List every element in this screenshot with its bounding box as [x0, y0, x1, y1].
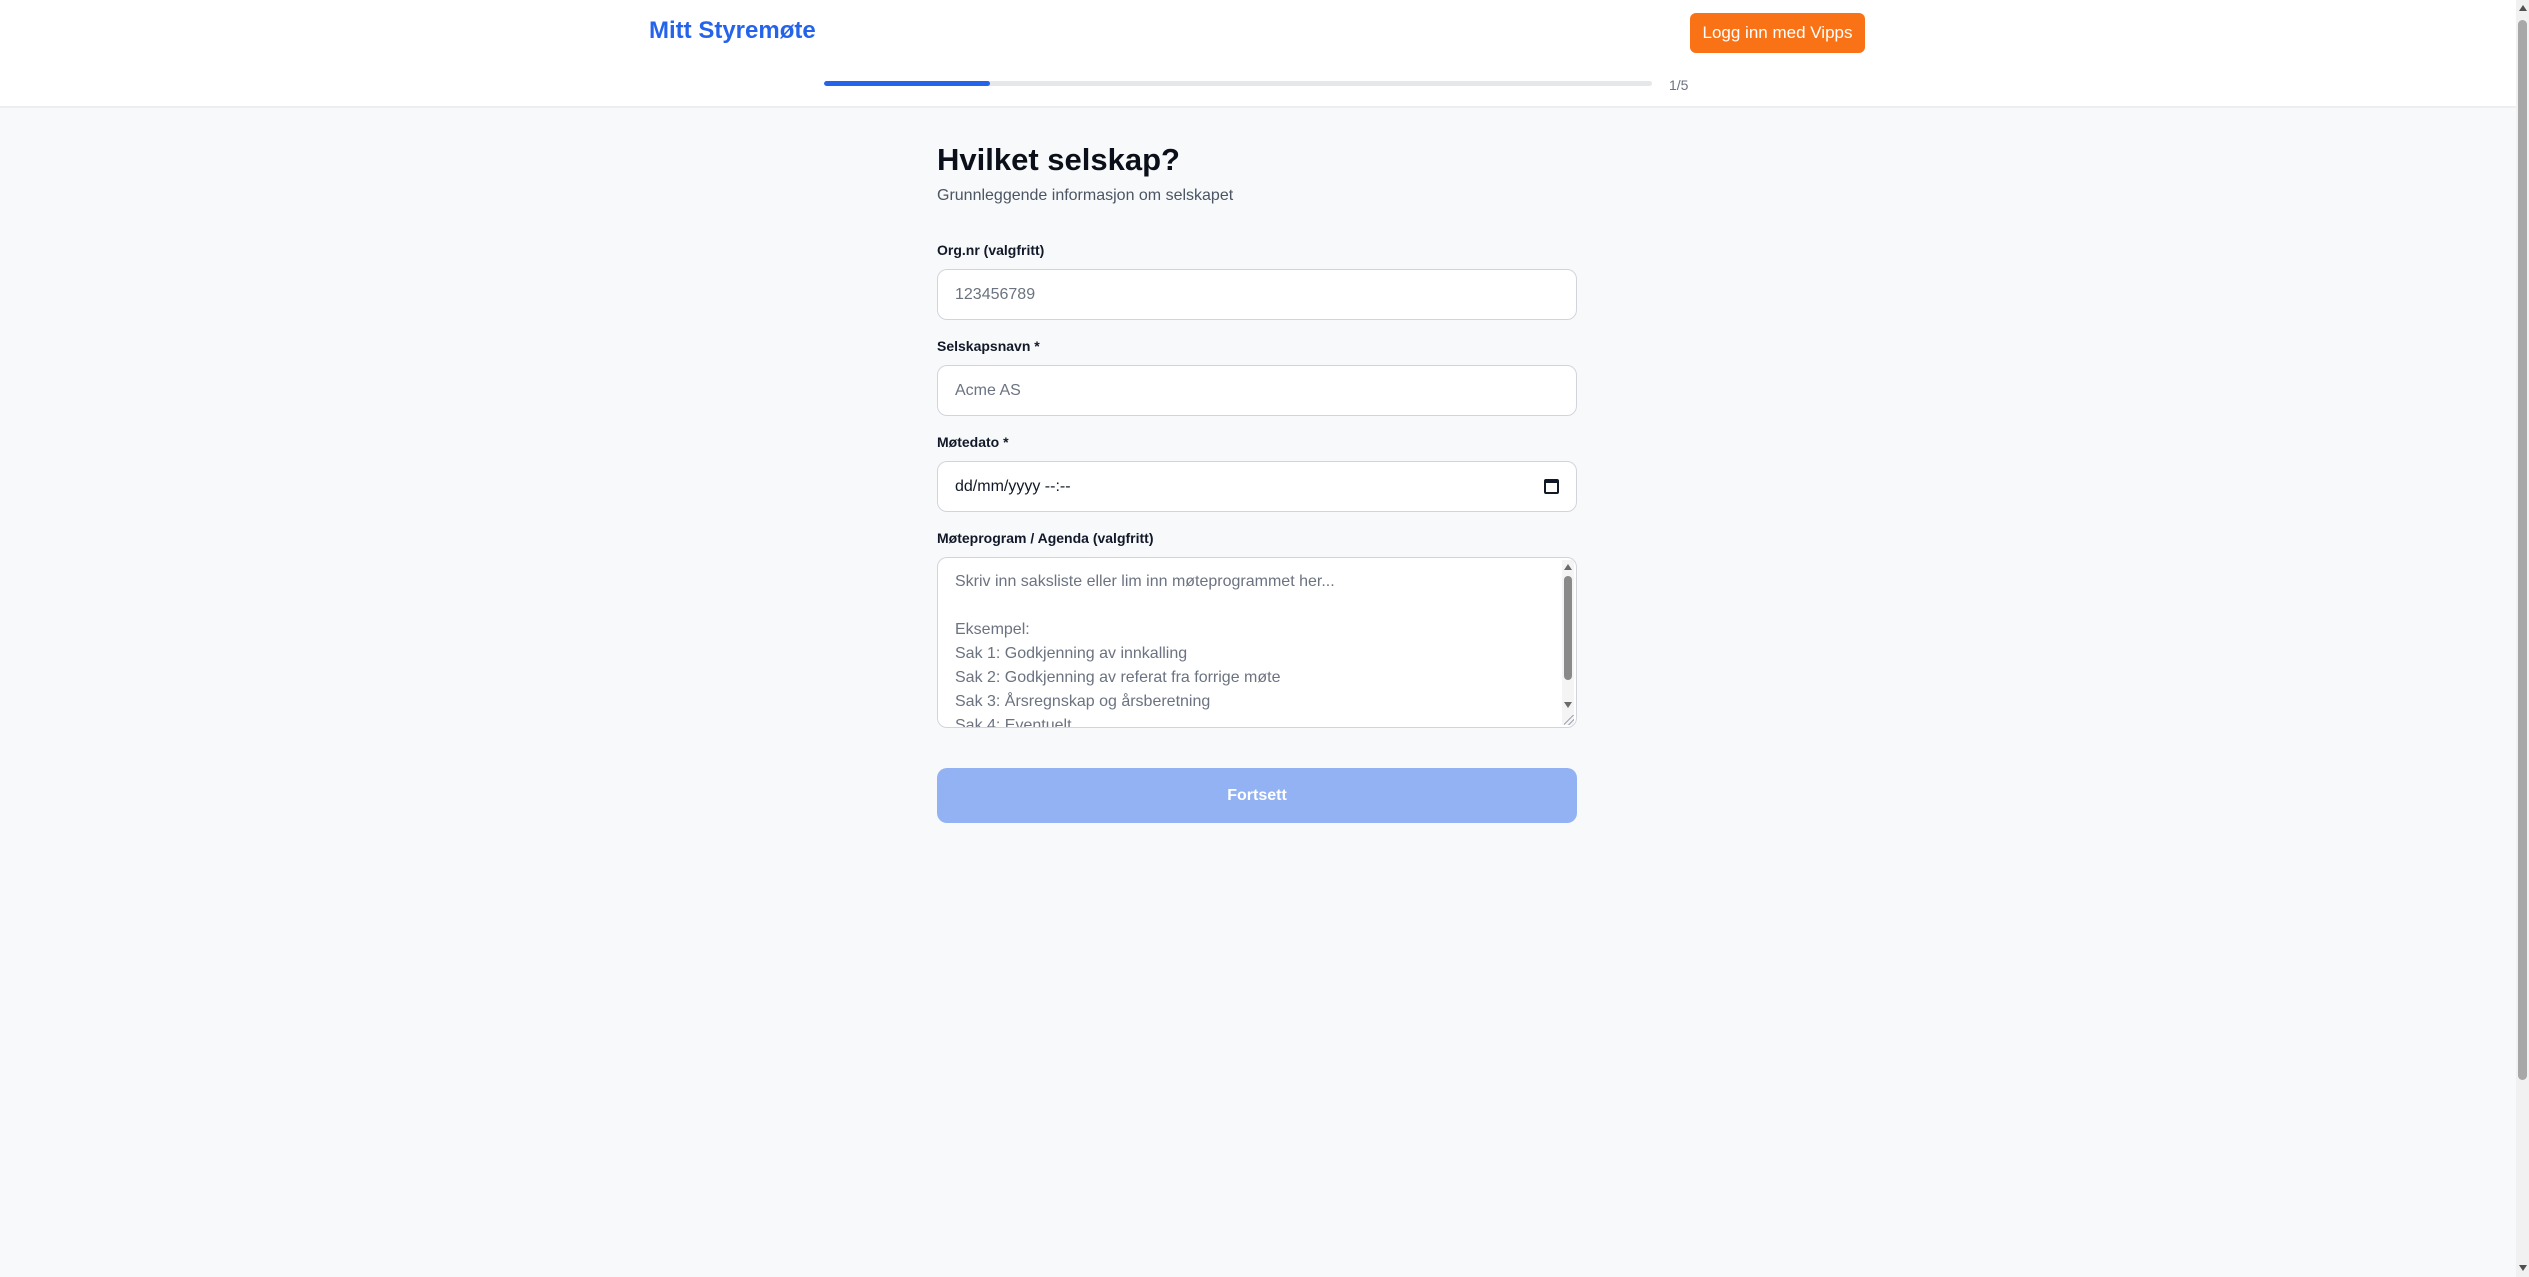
- page-title: Hvilket selskap?: [937, 142, 1180, 177]
- scroll-up-arrow-icon[interactable]: [1564, 564, 1572, 570]
- meeting-date-label: Møtedato *: [937, 434, 1009, 450]
- agenda-placeholder-line: Sak 3: Årsregnskap og årsberetning: [955, 693, 1211, 710]
- agenda-placeholder-line: Eksempel:: [955, 621, 1030, 638]
- scroll-down-arrow-icon[interactable]: [2519, 1265, 2527, 1271]
- top-header: Mitt Styremøte Logg inn med Vipps 1/5: [0, 0, 2516, 108]
- agenda-placeholder-line: Sak 4: Eventuelt: [955, 717, 1072, 728]
- agenda-scrollbar[interactable]: [1562, 560, 1574, 725]
- calendar-icon[interactable]: [1544, 479, 1559, 494]
- company-name-input[interactable]: [937, 365, 1577, 416]
- agenda-placeholder-line: Sak 1: Godkjenning av innkalling: [955, 645, 1188, 662]
- agenda-label: Møteprogram / Agenda (valgfritt): [937, 530, 1154, 546]
- page-scrollbar[interactable]: [2516, 0, 2529, 1277]
- scroll-up-arrow-icon[interactable]: [2519, 5, 2527, 11]
- scroll-down-arrow-icon[interactable]: [1564, 702, 1572, 708]
- agenda-placeholder-line: [955, 594, 1559, 618]
- continue-button[interactable]: Fortsett: [937, 768, 1577, 823]
- progress-bar-fill: [824, 81, 990, 86]
- agenda-placeholder-line: Sak 2: Godkjenning av referat fra forrig…: [955, 669, 1281, 686]
- agenda-scroll-thumb[interactable]: [1564, 576, 1572, 680]
- resize-handle-icon[interactable]: [1564, 715, 1574, 725]
- progress-bar: [824, 81, 1652, 86]
- meeting-date-placeholder: dd/mm/yyyy --:--: [955, 477, 1071, 495]
- meeting-date-input[interactable]: dd/mm/yyyy --:--: [937, 461, 1577, 512]
- company-name-label: Selskapsnavn *: [937, 338, 1040, 354]
- brand-title[interactable]: Mitt Styremøte: [649, 17, 816, 45]
- page-subtitle: Grunnleggende informasjon om selskapet: [937, 187, 1234, 204]
- org-nr-label: Org.nr (valgfritt): [937, 242, 1045, 258]
- progress-step-label: 1/5: [1669, 77, 1689, 93]
- org-nr-input[interactable]: [937, 269, 1577, 320]
- company-form: Hvilket selskap? Grunnleggende informasj…: [937, 140, 1577, 823]
- agenda-textarea[interactable]: Skriv inn saksliste eller lim inn møtepr…: [937, 557, 1577, 728]
- vipps-login-button[interactable]: Logg inn med Vipps: [1690, 13, 1865, 53]
- page-scroll-thumb[interactable]: [2518, 20, 2527, 1080]
- agenda-placeholder-line: Skriv inn saksliste eller lim inn møtepr…: [955, 573, 1335, 590]
